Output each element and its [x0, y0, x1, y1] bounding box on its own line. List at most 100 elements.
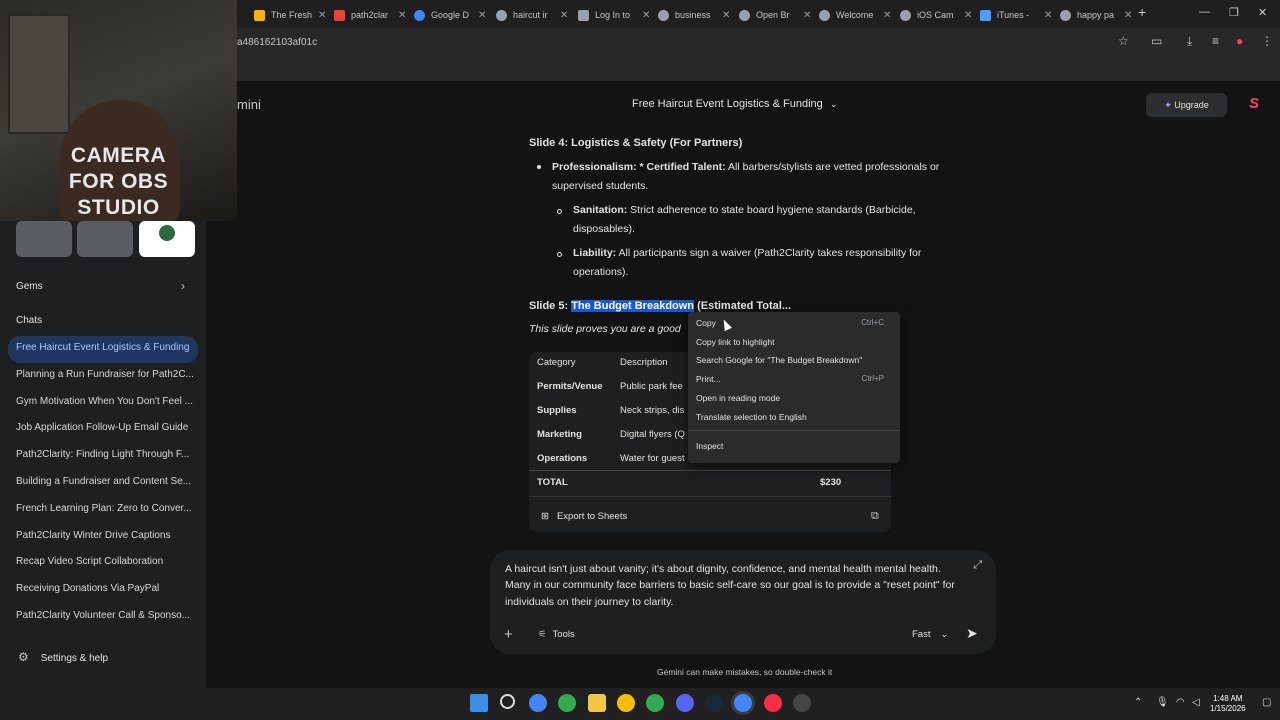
close-icon[interactable]: ✕	[964, 10, 974, 21]
itunes-icon[interactable]	[764, 694, 782, 712]
chat-item[interactable]: Path2Clarity Volunteer Call & Sponso...	[8, 604, 198, 631]
close-icon[interactable]: ✕	[722, 10, 732, 21]
send-icon[interactable]: ➤	[966, 625, 978, 642]
table-cell: Neck strips, dis	[620, 405, 685, 416]
google-icon	[819, 9, 830, 21]
add-attachment-button[interactable]: +	[504, 626, 513, 643]
browser-tab[interactable]: iOS Cam ✕	[896, 4, 974, 26]
cast-icon[interactable]: ▭	[1151, 34, 1162, 48]
tools-icon: ⚟	[538, 629, 547, 640]
close-window-icon[interactable]: ✕	[1258, 6, 1267, 19]
browser-tab[interactable]: haircut ir ✕	[492, 4, 570, 26]
tab-favicon-icon	[254, 9, 265, 21]
gem-thumbnail[interactable]	[139, 221, 195, 257]
gems-label[interactable]: Gems	[16, 281, 43, 292]
close-icon[interactable]: ✕	[478, 10, 488, 21]
chat-item[interactable]: Planning a Run Fundraiser for Path2C...	[8, 363, 198, 390]
chat-item[interactable]: Job Application Follow-Up Email Guide	[8, 416, 198, 443]
extension-icon[interactable]: ●	[1236, 34, 1243, 48]
close-icon[interactable]: ✕	[1044, 10, 1054, 21]
menu-item-print[interactable]: Print...	[696, 374, 721, 384]
gem-thumbnail[interactable]	[77, 221, 133, 257]
notification-icon[interactable]: ▢	[1262, 697, 1271, 708]
account-logo-icon[interactable]: S	[1249, 95, 1259, 112]
menu-item-translate[interactable]: Translate selection to English	[696, 412, 807, 422]
wifi-icon[interactable]: ◠	[1176, 697, 1185, 708]
chat-item[interactable]: Building a Fundraiser and Content Se...	[8, 470, 198, 497]
browser-tab[interactable]: Welcome ✕	[815, 4, 893, 26]
download-icon[interactable]: ⤓	[1187, 34, 1192, 49]
menu-kebab-icon[interactable]: ⋮	[1261, 34, 1273, 48]
chat-item-active[interactable]: Free Haircut Event Logistics & Funding	[8, 336, 198, 363]
browser-tab[interactable]: Open Br ✕	[735, 4, 813, 26]
upgrade-button[interactable]: ✦ Upgrade	[1146, 93, 1227, 117]
conversation-title[interactable]: Free Haircut Event Logistics & Funding ⌄	[632, 98, 837, 110]
close-icon[interactable]: ✕	[560, 10, 570, 21]
browser-tab[interactable]: Log In to ✕	[574, 4, 652, 26]
prompt-box[interactable]: A haircut isn't just about vanity; it's …	[490, 550, 996, 654]
menu-item-copy[interactable]: Copy	[696, 318, 716, 328]
tools-button[interactable]: ⚟ Tools	[538, 629, 575, 640]
chat-item[interactable]: French Learning Plan: Zero to Conver...	[8, 497, 198, 524]
prompt-input[interactable]: A haircut isn't just about vanity; it's …	[505, 561, 965, 610]
chrome-icon[interactable]	[558, 694, 576, 712]
browser-tab[interactable]: happy pa ✕	[1056, 4, 1134, 26]
menu-item-copy-link[interactable]: Copy link to highlight	[696, 337, 774, 347]
gear-icon: ⚙	[18, 650, 29, 664]
copy-icon[interactable]: ⧉	[871, 510, 879, 523]
browser-tab[interactable]: iTunes - ✕	[976, 4, 1054, 26]
bullet-dot	[557, 252, 562, 257]
menu-item-inspect[interactable]: Inspect	[696, 441, 723, 451]
screen: The Fresh ✕ path2clar ✕ Google D ✕ haircut …	[0, 0, 1280, 720]
discord-icon[interactable]	[676, 694, 694, 712]
new-tab-button[interactable]: +	[1138, 4, 1146, 20]
tray-chevron-up-icon[interactable]: ⌃	[1134, 697, 1142, 708]
steam-icon[interactable]	[705, 694, 723, 712]
chat-item[interactable]: Path2Clarity: Finding Light Through F...	[8, 443, 198, 470]
upgrade-label: Upgrade	[1174, 100, 1209, 110]
chrome-icon[interactable]	[734, 694, 752, 712]
close-icon[interactable]: ✕	[318, 10, 328, 21]
close-icon[interactable]: ✕	[803, 10, 813, 21]
browser-tab[interactable]: Google D ✕	[410, 4, 488, 26]
clock-date: 1/15/2026	[1210, 704, 1246, 713]
chat-item[interactable]: Recap Video Script Collaboration	[8, 550, 198, 577]
chat-item[interactable]: Receiving Donations Via PayPal	[8, 577, 198, 604]
disclaimer: Gemini can make mistakes, so double-chec…	[657, 667, 833, 677]
url-field[interactable]: a486162103af01c	[237, 37, 317, 48]
gem-thumbnail[interactable]	[16, 221, 72, 257]
close-icon[interactable]: ✕	[1124, 10, 1134, 21]
close-icon[interactable]: ✕	[642, 10, 652, 21]
restore-icon[interactable]: ❐	[1229, 6, 1239, 19]
chat-item[interactable]: Gym Motivation When You Don't Feel ...	[8, 390, 198, 417]
chevron-right-icon[interactable]: ›	[181, 279, 185, 293]
settings-help-button[interactable]: ⚙ Settings & help	[18, 650, 108, 664]
menu-item-search-google[interactable]: Search Google for "The Budget Breakdown"	[696, 355, 862, 365]
windows-start-icon[interactable]	[470, 694, 488, 712]
chrome-icon[interactable]	[617, 694, 635, 712]
bullet-dot	[557, 209, 562, 214]
app-logo[interactable]: mini	[237, 97, 261, 112]
clock[interactable]: 1:48 AM 1/15/2026	[1210, 694, 1246, 714]
export-to-sheets-button[interactable]: ⊞ Export to Sheets	[541, 511, 627, 522]
search-icon[interactable]	[500, 694, 515, 709]
text-selection[interactable]: The Budget Breakdown	[571, 300, 695, 312]
browser-tab[interactable]: path2clar ✕	[330, 4, 408, 26]
close-icon[interactable]: ✕	[883, 10, 893, 21]
chat-item[interactable]: Path2Clarity Winter Drive Captions	[8, 524, 198, 551]
minimize-icon[interactable]: —	[1199, 6, 1210, 18]
microphone-icon[interactable]: 🎙	[1156, 697, 1169, 708]
chrome-icon[interactable]	[646, 694, 664, 712]
mode-selector[interactable]: Fast ⌄	[912, 629, 948, 640]
media-icon[interactable]: ≡	[1212, 34, 1219, 48]
menu-item-reading-mode[interactable]: Open in reading mode	[696, 393, 780, 403]
bookmark-star-icon[interactable]: ☆	[1118, 34, 1129, 48]
close-icon[interactable]: ✕	[398, 10, 408, 21]
volume-icon[interactable]: ◁	[1192, 697, 1200, 708]
file-explorer-icon[interactable]	[588, 694, 606, 712]
expand-icon[interactable]: ⤢	[973, 559, 982, 572]
browser-tab[interactable]: The Fresh ✕	[250, 4, 328, 26]
obs-icon[interactable]	[793, 694, 811, 712]
browser-tab[interactable]: business ✕	[654, 4, 732, 26]
chrome-icon[interactable]	[529, 694, 547, 712]
